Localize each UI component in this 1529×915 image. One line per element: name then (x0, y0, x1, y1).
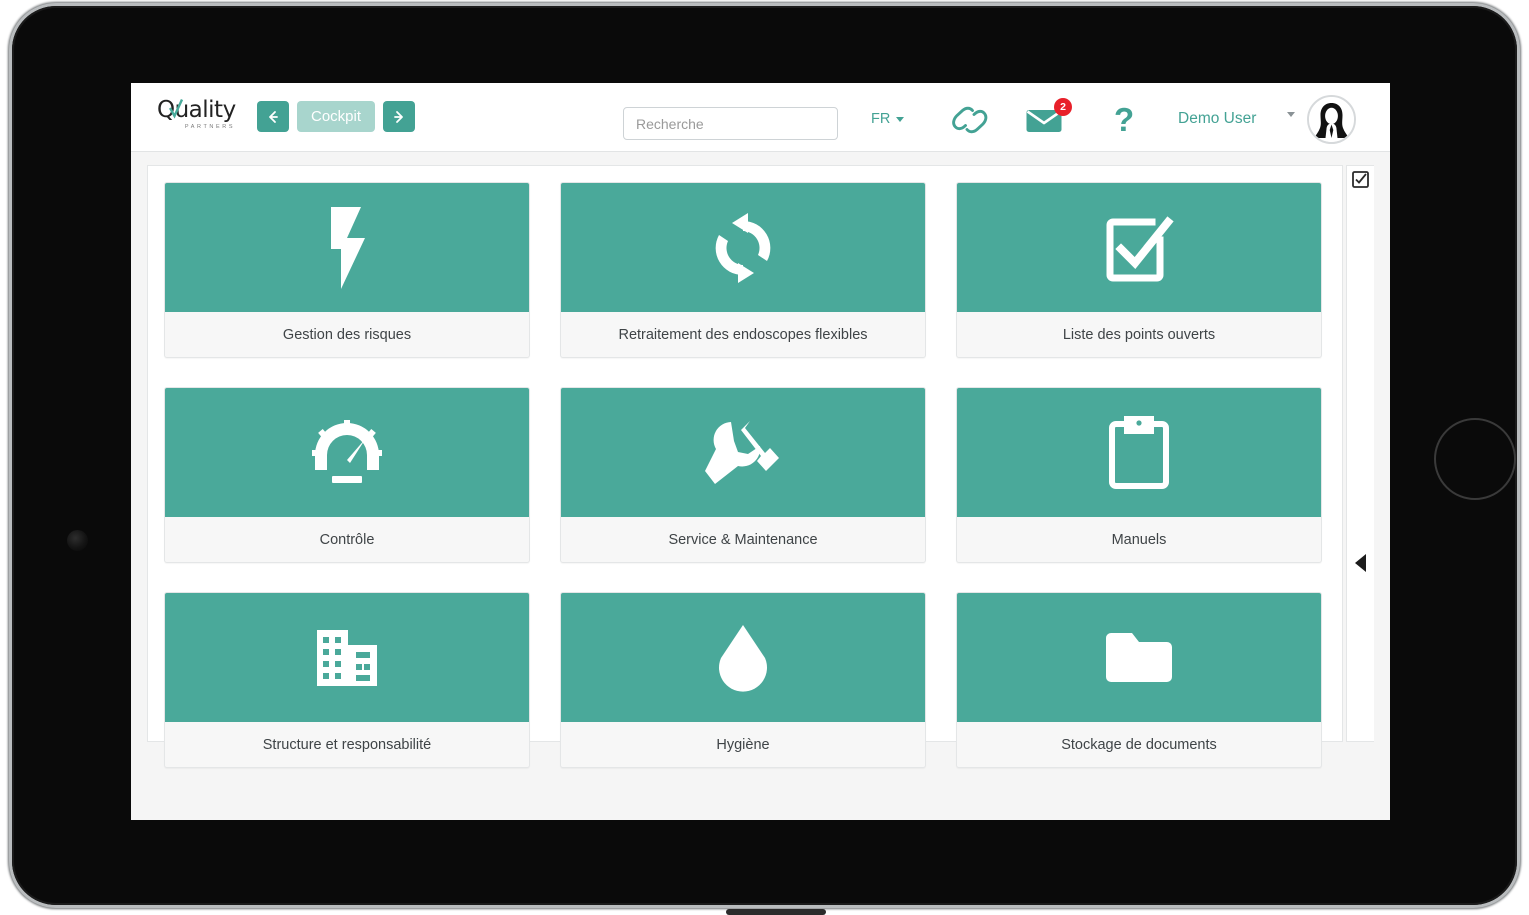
tile-label: Retraitement des endoscopes flexibles (618, 326, 868, 343)
tile-hygiene[interactable]: Hygiène (560, 592, 926, 768)
panel-collapse-triangle-left-icon[interactable] (1355, 554, 1366, 572)
nav-back-button[interactable] (257, 101, 289, 132)
tile-structure-et-responsabilite[interactable]: Structure et responsabilité (164, 592, 530, 768)
tile-grid: Gestion des risques Retraitement des end… (148, 166, 1342, 784)
tile-icon-area (957, 388, 1321, 517)
tile-manuels[interactable]: Manuels (956, 387, 1322, 563)
tile-icon-area (165, 593, 529, 722)
folder-icon (1106, 632, 1172, 682)
clipboard-icon (1109, 415, 1169, 489)
cockpit-panel: Gestion des risques Retraitement des end… (147, 165, 1343, 768)
lightning-bolt-icon (331, 206, 365, 289)
tile-stockage-de-documents[interactable]: Stockage de documents (956, 592, 1322, 768)
messages-unread-badge: 2 (1054, 98, 1072, 116)
home-button[interactable] (1434, 418, 1516, 500)
chain-link-icon[interactable] (951, 105, 989, 135)
tile-icon-area (165, 388, 529, 517)
tile-label: Gestion des risques (282, 326, 412, 343)
app-header: Quality PARTNERS Cockpit Recherche FR 2 … (131, 83, 1390, 152)
tile-label: Contrôle (319, 531, 375, 548)
avatar-woman-icon (1309, 97, 1354, 142)
bezel-bottom-notch (726, 909, 826, 915)
refresh-cycle-icon (715, 212, 771, 283)
tablet-screen: Quality PARTNERS Cockpit Recherche FR 2 … (131, 83, 1390, 820)
current-page-tab[interactable]: Cockpit (297, 101, 376, 132)
tile-label: Hygiène (716, 736, 770, 753)
tile-retraitement-des-endoscopes-flexibles[interactable]: Retraitement des endoscopes flexibles (560, 182, 926, 358)
tile-label: Service & Maintenance (668, 531, 818, 548)
right-sidebar (1346, 165, 1374, 742)
tile-gestion-des-risques[interactable]: Gestion des risques (164, 182, 530, 358)
search-input[interactable] (623, 107, 838, 140)
front-camera-icon (67, 530, 88, 551)
brand-logo[interactable]: Quality PARTNERS (157, 97, 253, 139)
gauge-icon (312, 419, 382, 483)
messages-button[interactable]: 2 (1025, 98, 1072, 135)
checkbox-checked-small-icon[interactable] (1352, 171, 1369, 188)
language-selected-label: FR (871, 111, 891, 127)
avatar[interactable] (1307, 95, 1356, 144)
office-building-icon (317, 629, 377, 686)
brand-logo-word: Quality (157, 97, 253, 123)
language-selector[interactable]: FR (871, 111, 905, 127)
tile-label: Liste des points ouverts (1062, 326, 1216, 343)
tile-icon-area (165, 183, 529, 312)
tile-icon-area (561, 593, 925, 722)
wrench-hammer-icon (705, 420, 779, 484)
user-menu-label[interactable]: Demo User (1178, 110, 1256, 128)
check-mark-icon (169, 99, 183, 119)
chevron-down-icon (896, 116, 905, 122)
tile-label: Structure et responsabilité (262, 736, 432, 753)
tile-liste-des-points-ouverts[interactable]: Liste des points ouverts (956, 182, 1322, 358)
tile-icon-area (561, 388, 925, 517)
help-button[interactable]: ? (1114, 101, 1134, 139)
water-drop-icon (719, 624, 767, 692)
user-menu-chevron-down-icon[interactable] (1287, 112, 1295, 135)
tile-label: Manuels (1111, 531, 1167, 548)
tile-icon-area (957, 183, 1321, 312)
nav-forward-button[interactable] (383, 101, 416, 132)
tile-controle[interactable]: Contrôle (164, 387, 530, 563)
tile-icon-area (957, 593, 1321, 722)
tile-icon-area (561, 183, 925, 312)
checkbox-checked-icon (1106, 215, 1174, 281)
arrow-left-icon (269, 110, 278, 123)
tile-label: Stockage de documents (1061, 736, 1217, 753)
breadcrumb-nav: Cockpit (257, 101, 416, 132)
arrow-right-icon (394, 110, 403, 123)
tile-service-maintenance[interactable]: Service & Maintenance (560, 387, 926, 563)
brand-logo-subtitle: PARTNERS (184, 124, 236, 130)
